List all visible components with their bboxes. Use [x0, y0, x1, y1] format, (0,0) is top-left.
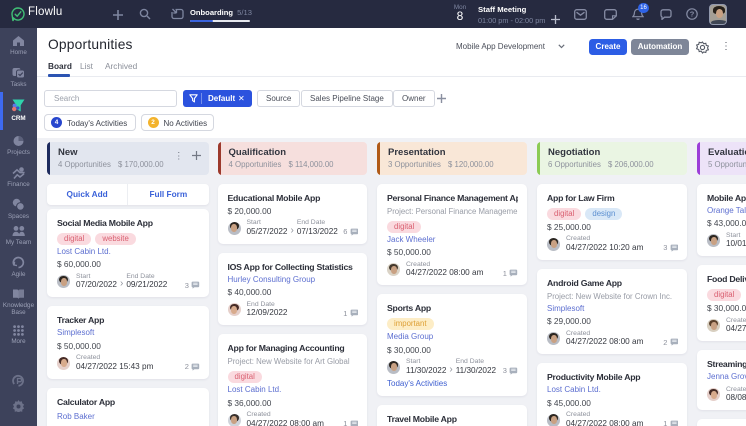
- svg-text:?: ?: [690, 10, 695, 19]
